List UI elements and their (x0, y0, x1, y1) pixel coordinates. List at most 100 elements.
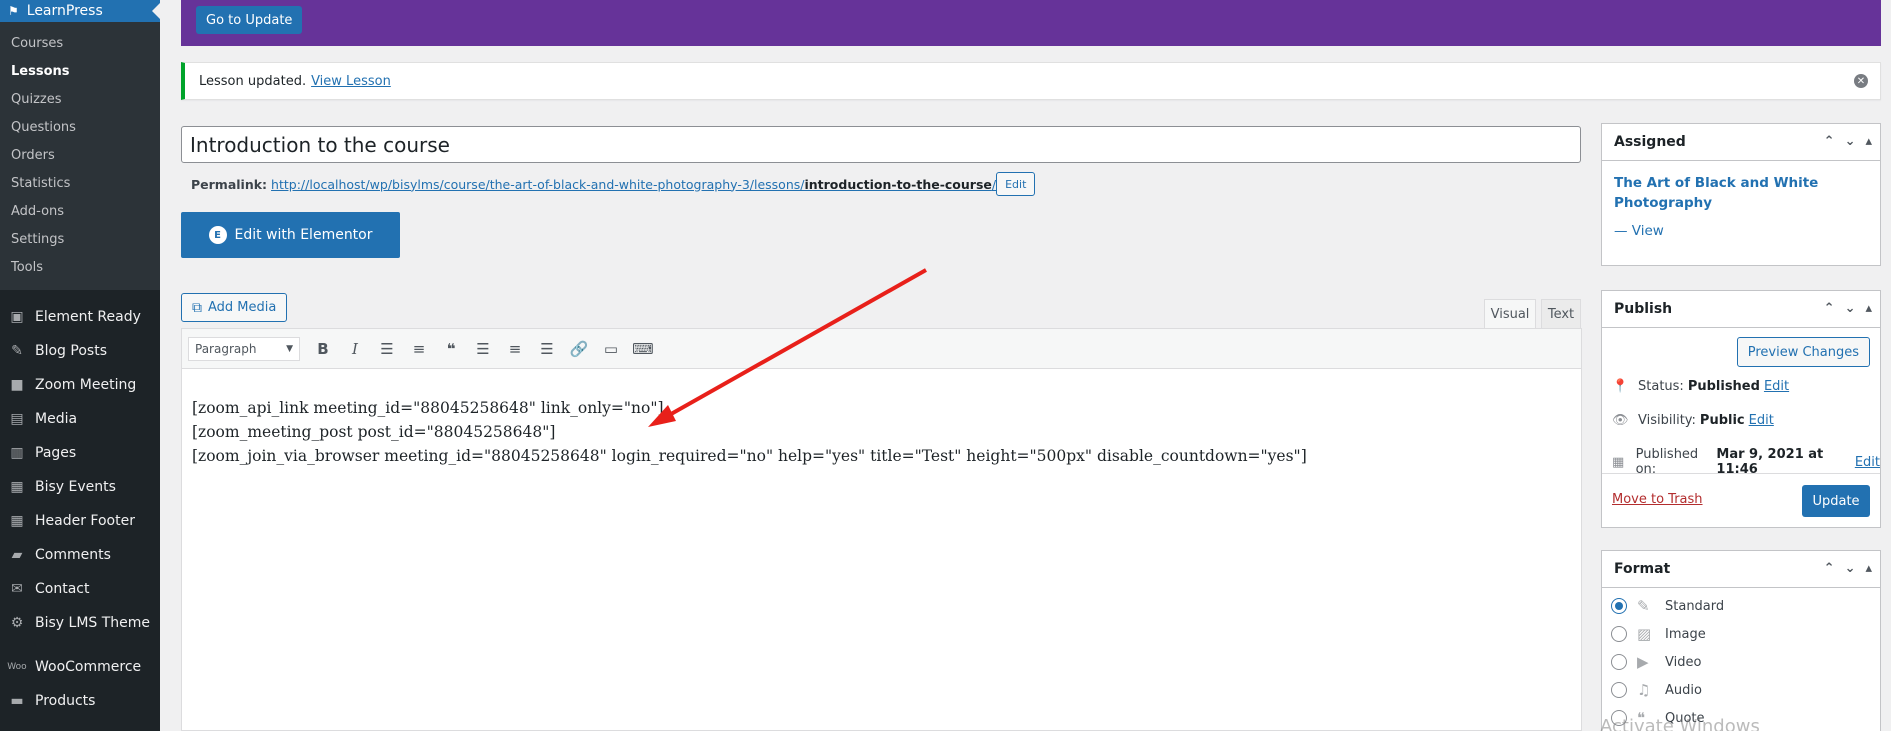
bold-icon[interactable]: B (308, 334, 338, 364)
sidebar-item-zoom-meeting[interactable]: ■ Zoom Meeting (0, 368, 160, 402)
format-options: ✎ Standard ▨ Image ▶ Video ♫ Audio ❝ Quote (1602, 588, 1880, 731)
chevron-up-icon[interactable]: ⌃ (1824, 301, 1835, 316)
sidebar-item-learnpress[interactable]: ⚑ LearnPress (0, 0, 160, 22)
mail-icon: ✉ (11, 581, 23, 597)
sidebar-item-label: Media (35, 411, 78, 427)
publish-title: Publish (1614, 301, 1673, 317)
chevron-down-icon[interactable]: ⌄ (1845, 301, 1856, 316)
go-to-update-button[interactable]: Go to Update (196, 6, 303, 34)
box-controls: ⌃ ⌄ ▴ (1824, 134, 1872, 149)
add-media-button[interactable]: ⧉ Add Media (181, 293, 288, 322)
editor-content[interactable]: [zoom_api_link meeting_id="88045258648" … (182, 369, 1581, 495)
sidebar-item-header-footer[interactable]: ▦ Header Footer (0, 504, 160, 538)
archive-icon: ▬ (10, 693, 24, 709)
sidebar-menu: ▣ Element Ready ✎ Blog Posts ■ Zoom Meeting… (0, 290, 160, 718)
add-media-label: Add Media (208, 300, 277, 315)
box-controls: ⌃ ⌄ ▴ (1824, 301, 1872, 316)
preview-changes-button[interactable]: Preview Changes (1736, 337, 1870, 367)
radio-checked[interactable] (1611, 598, 1627, 614)
format-select[interactable]: Paragraph ▼ (188, 336, 300, 361)
sidebar-sub-addons[interactable]: Add-ons (0, 198, 160, 226)
sidebar-item-media[interactable]: ▤ Media (0, 402, 160, 436)
sidebar-separator (0, 640, 160, 650)
admin-sidebar: ⚑ LearnPress Courses Lessons Quizzes Que… (0, 0, 160, 731)
tab-text[interactable]: Text (1541, 299, 1581, 328)
read-more-icon[interactable]: ▭ (596, 334, 626, 364)
update-button[interactable]: Update (1802, 485, 1870, 517)
status-edit-link[interactable]: Edit (1764, 379, 1789, 394)
assigned-title: Assigned (1614, 134, 1686, 150)
italic-icon[interactable]: I (340, 334, 370, 364)
chevron-down-icon[interactable]: ⌄ (1845, 134, 1856, 149)
sidebar-item-woocommerce[interactable]: Woo WooCommerce (0, 650, 160, 684)
sidebar-sub-lessons[interactable]: Lessons (0, 58, 160, 86)
format-title: Format (1614, 561, 1671, 577)
post-title-input[interactable]: Introduction to the course (181, 126, 1581, 163)
visibility-value: Public (1699, 413, 1745, 428)
sidebar-sub-orders[interactable]: Orders (0, 142, 160, 170)
chevron-up-icon[interactable]: ⌃ (1824, 134, 1835, 149)
sidebar-item-blog-posts[interactable]: ✎ Blog Posts (0, 334, 160, 368)
learnpress-submenu: Courses Lessons Quizzes Questions Orders… (0, 22, 160, 290)
content-line: [zoom_api_link meeting_id="88045258648" … (192, 399, 664, 417)
radio[interactable] (1611, 654, 1627, 670)
blockquote-icon[interactable]: ❝ (436, 334, 466, 364)
format-option-label: Video (1665, 654, 1702, 670)
format-option-video[interactable]: ▶ Video (1602, 648, 1880, 676)
sidebar-item-comments[interactable]: ▰ Comments (0, 538, 160, 572)
collapse-icon[interactable]: ▴ (1865, 301, 1872, 316)
align-right-icon[interactable]: ☰ (532, 334, 562, 364)
link-icon[interactable]: 🔗 (564, 334, 594, 364)
radio[interactable] (1611, 682, 1627, 698)
sidebar-item-pages[interactable]: ▥ Pages (0, 436, 160, 470)
format-select-value: Paragraph (195, 341, 257, 356)
tab-visual[interactable]: Visual (1484, 299, 1536, 328)
publish-box: Publish ⌃ ⌄ ▴ Preview Changes 📍 Status: … (1601, 290, 1881, 528)
bullet-list-icon[interactable]: ☰ (372, 334, 402, 364)
numbered-list-icon[interactable]: ≡ (404, 334, 434, 364)
visibility-edit-link[interactable]: Edit (1749, 413, 1774, 428)
learnpress-icon: ⚑ (8, 4, 19, 18)
align-left-icon[interactable]: ☰ (468, 334, 498, 364)
sidebar-sub-statistics[interactable]: Statistics (0, 170, 160, 198)
assigned-view-link[interactable]: — View (1614, 223, 1868, 239)
format-option-image[interactable]: ▨ Image (1602, 620, 1880, 648)
sidebar-item-products[interactable]: ▬ Products (0, 684, 160, 718)
format-option-label: Image (1665, 626, 1706, 642)
sidebar-sub-questions[interactable]: Questions (0, 114, 160, 142)
format-box: Format ⌃ ⌄ ▴ ✎ Standard ▨ Image ▶ Video ♫ Au… (1601, 550, 1881, 731)
success-notice: Lesson updated. View Lesson ✕ (181, 62, 1881, 100)
collapse-icon[interactable]: ▴ (1865, 134, 1872, 149)
chevron-down-icon[interactable]: ⌄ (1845, 561, 1856, 576)
collapse-icon[interactable]: ▴ (1865, 561, 1872, 576)
permalink-base: http://localhost/wp/bisylms/course/the-a… (271, 176, 805, 192)
permalink-link[interactable]: http://localhost/wp/bisylms/course/the-a… (271, 177, 996, 192)
toolbar-toggle-icon[interactable]: ⌨ (628, 334, 658, 364)
sidebar-sub-tools[interactable]: Tools (0, 254, 160, 282)
assigned-course-link[interactable]: The Art of Black and White Photography (1614, 173, 1868, 213)
edit-with-elementor-button[interactable]: E Edit with Elementor (181, 212, 400, 258)
move-to-trash-link[interactable]: Move to Trash (1612, 492, 1703, 507)
chevron-up-icon[interactable]: ⌃ (1824, 561, 1835, 576)
sidebar-item-element-ready[interactable]: ▣ Element Ready (0, 300, 160, 334)
view-lesson-link[interactable]: View Lesson (311, 74, 391, 89)
sidebar-sub-quizzes[interactable]: Quizzes (0, 86, 160, 114)
sidebar-sub-courses[interactable]: Courses (0, 30, 160, 58)
sidebar-item-bisy-lms-theme[interactable]: ⚙ Bisy LMS Theme (0, 606, 160, 640)
radio[interactable] (1611, 626, 1627, 642)
chevron-down-icon: ▼ (286, 343, 293, 354)
format-option-standard[interactable]: ✎ Standard (1602, 592, 1880, 620)
video-icon: ■ (10, 377, 24, 393)
format-option-audio[interactable]: ♫ Audio (1602, 676, 1880, 704)
elementor-icon: E (208, 226, 227, 244)
permalink-edit-button[interactable]: Edit (996, 172, 1036, 196)
dismiss-icon[interactable]: ✕ (1854, 74, 1868, 88)
document-icon: ▦ (10, 479, 24, 495)
gear-icon: ⚙ (10, 615, 24, 631)
published-edit-link[interactable]: Edit (1855, 455, 1880, 470)
sidebar-item-bisy-events[interactable]: ▦ Bisy Events (0, 470, 160, 504)
notice-text: Lesson updated. (199, 73, 307, 89)
align-center-icon[interactable]: ≡ (500, 334, 530, 364)
sidebar-item-contact[interactable]: ✉ Contact (0, 572, 160, 606)
sidebar-sub-settings[interactable]: Settings (0, 226, 160, 254)
